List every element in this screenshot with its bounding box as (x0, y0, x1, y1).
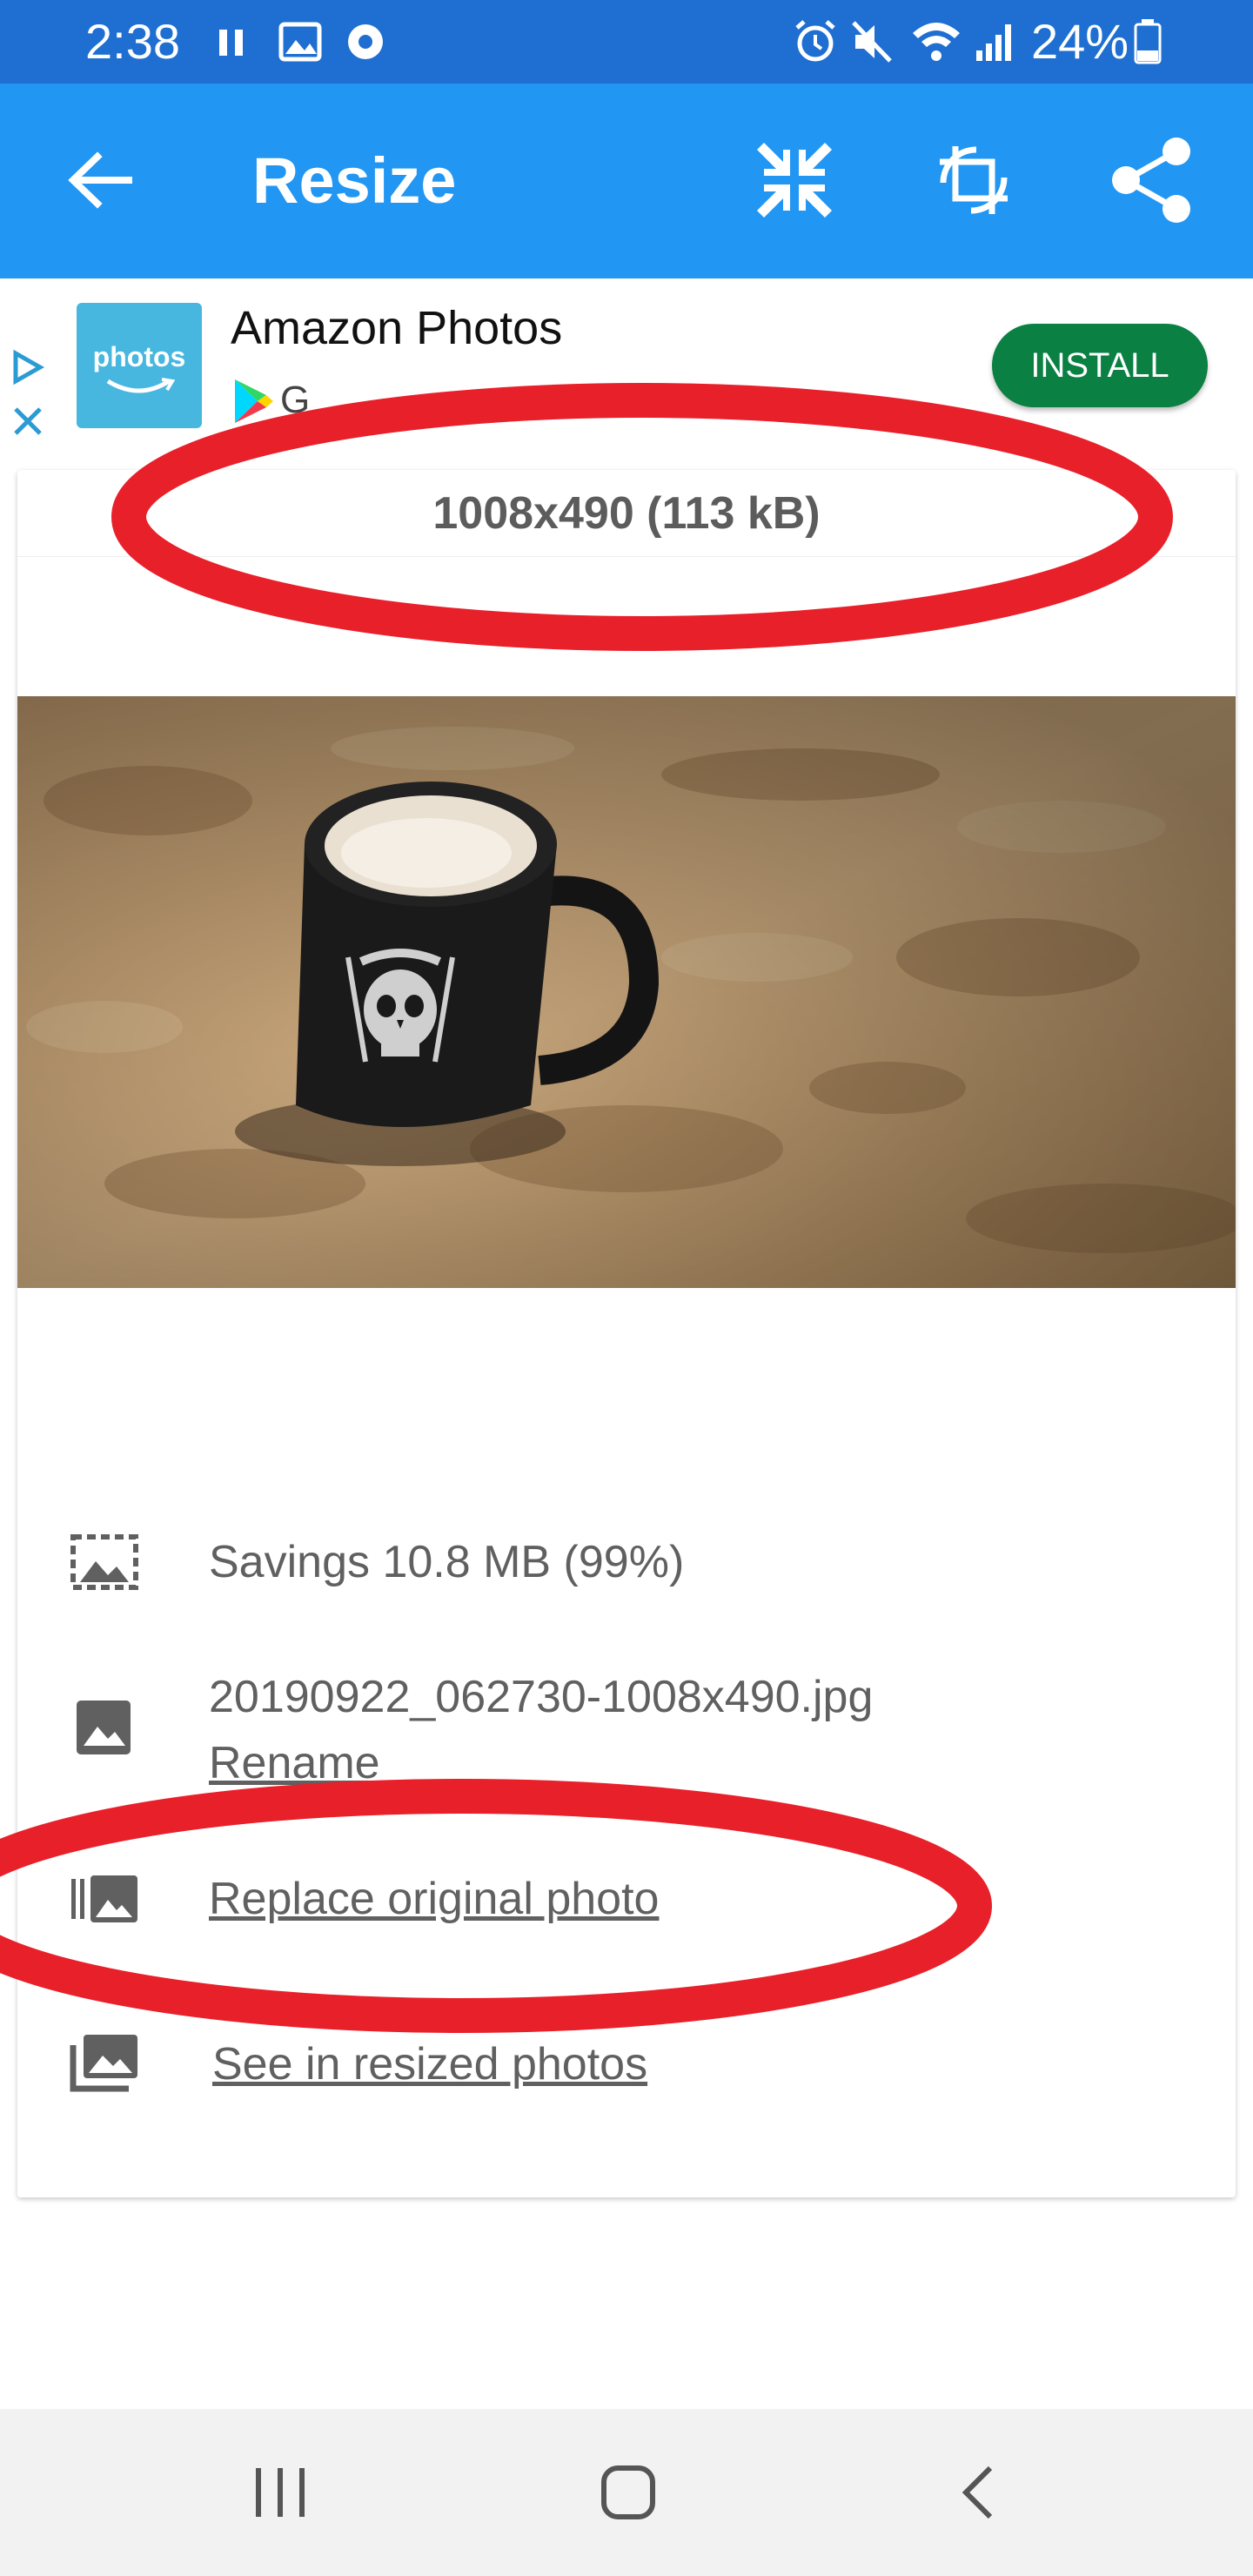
resized-photo[interactable] (17, 696, 1236, 1288)
install-button[interactable]: INSTALL (992, 324, 1208, 407)
pause-icon (219, 30, 243, 56)
crop-icon[interactable] (926, 132, 1022, 228)
amazon-photos-logo[interactable]: photos (77, 303, 202, 428)
google-play-icon (235, 379, 273, 423)
see-in-resized-photos-link[interactable]: See in resized photos (212, 2036, 647, 2092)
app-toolbar: Resize (0, 84, 1253, 278)
back-arrow-icon[interactable] (52, 132, 148, 228)
camera-notification-icon (348, 24, 383, 59)
battery-percent: 24% (1031, 14, 1129, 69)
savings-photo-size-icon (70, 1534, 138, 1590)
replace-photo-icon (71, 1875, 137, 1922)
home-icon[interactable] (599, 2463, 658, 2522)
smile-icon (106, 378, 176, 393)
photo-library-icon (70, 2035, 137, 2092)
image-icon (278, 22, 322, 62)
adchoices-icon[interactable] (9, 348, 47, 386)
file-name: 20190922_062730-1008x490.jpg (209, 1672, 874, 1722)
recent-apps-icon[interactable] (252, 2463, 308, 2522)
ad-subtitle: G (280, 379, 311, 421)
mug-photo-illustration (17, 696, 1236, 1288)
mute-icon (852, 21, 892, 63)
replace-original-photo-link[interactable]: Replace original photo (209, 1871, 659, 1927)
close-ad-icon[interactable] (10, 404, 45, 439)
page-title: Resize (252, 144, 457, 217)
alarm-icon (795, 20, 835, 62)
logo-text: photos (92, 341, 186, 372)
wifi-icon (913, 23, 960, 61)
image-file-icon (77, 1701, 131, 1754)
share-icon[interactable] (1105, 132, 1201, 228)
ad-title[interactable]: Amazon Photos (231, 299, 562, 357)
rename-link[interactable]: Rename (209, 1735, 380, 1791)
back-icon[interactable] (957, 2463, 1001, 2522)
status-time: 2:38 (85, 14, 180, 69)
result-dimensions: 1008x490 (113 kB) (17, 470, 1236, 557)
battery-icon (1134, 19, 1162, 64)
savings-text: Savings 10.8 MB (99%) (209, 1537, 685, 1587)
system-navigation-bar (0, 2409, 1253, 2576)
compress-icon[interactable] (747, 132, 842, 228)
status-bar: 2:38 24% (0, 0, 1253, 84)
signal-icon (976, 24, 1011, 61)
